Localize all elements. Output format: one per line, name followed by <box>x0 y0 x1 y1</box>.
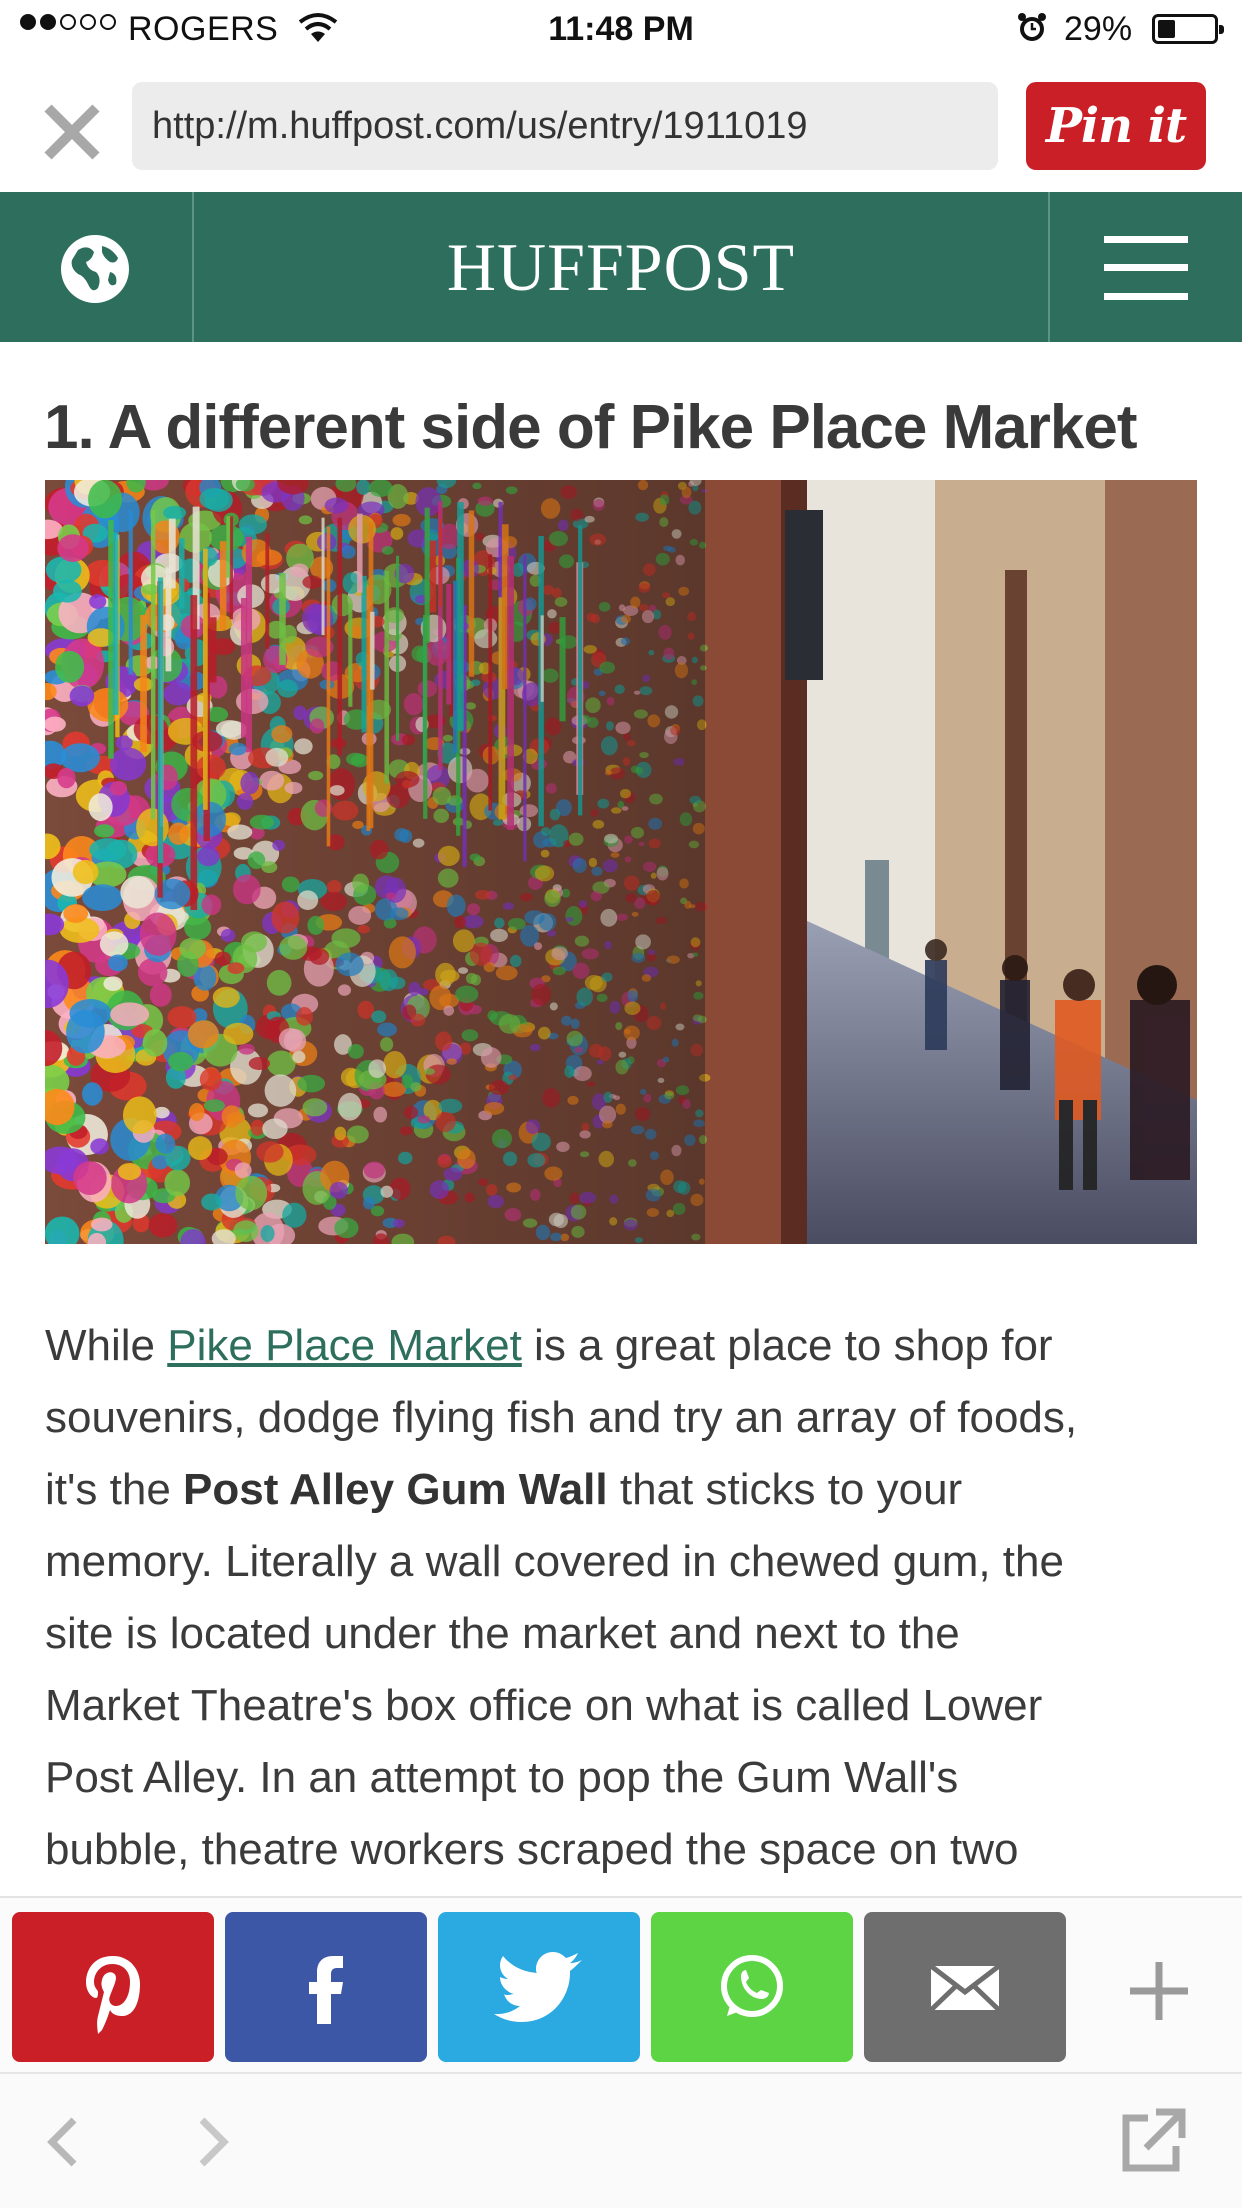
close-icon[interactable] <box>40 100 104 164</box>
pin-it-button[interactable]: Pin it <box>1026 82 1206 170</box>
body-text: bubble, theatre workers scraped the spac… <box>45 1825 1019 1874</box>
site-header: HUFFPOST <box>0 192 1242 342</box>
body-text: memory. Literally a wall covered in chew… <box>45 1537 1064 1586</box>
twitter-icon <box>494 1952 582 2022</box>
huffpost-logo[interactable]: HUFFPOST <box>194 228 1048 307</box>
body-text: is a great place to shop for <box>521 1321 1053 1370</box>
plus-icon[interactable] <box>1126 1958 1192 2024</box>
browser-toolbar <box>0 2072 1242 2208</box>
alarm-icon <box>1018 13 1046 41</box>
battery-icon <box>1152 14 1224 44</box>
bold-text: Post Alley Gum Wall <box>183 1465 608 1514</box>
forward-arrow-icon[interactable] <box>188 2112 236 2172</box>
body-text: Post Alley. In an attempt to pop the Gum… <box>45 1753 959 1802</box>
back-arrow-icon[interactable] <box>40 2112 88 2172</box>
header-divider <box>1048 192 1050 342</box>
body-text: While <box>45 1321 168 1370</box>
open-external-icon[interactable] <box>1118 2106 1188 2176</box>
whatsapp-icon <box>721 1955 783 2017</box>
battery-percentage: 29% <box>1064 10 1133 48</box>
url-field[interactable]: http://m.huffpost.com/us/entry/1911019 <box>132 82 998 170</box>
status-bar: ROGERS 11:48 PM 29% <box>0 0 1242 60</box>
twitter-share-button[interactable] <box>438 1912 640 2062</box>
clock: 11:48 PM <box>548 10 694 48</box>
body-text: souvenirs, dodge flying fish and try an … <box>45 1393 1078 1442</box>
body-text: that sticks to your <box>607 1465 963 1514</box>
facebook-share-button[interactable] <box>225 1912 427 2062</box>
gum-wall-photo <box>45 480 1197 1244</box>
hamburger-menu-icon[interactable] <box>1104 236 1188 300</box>
pinterest-icon <box>86 1956 140 2034</box>
body-text: Market Theatre's box office on what is c… <box>45 1681 1043 1730</box>
article-headline: 1. A different side of Pike Place Market <box>44 393 1137 462</box>
globe-icon[interactable] <box>58 232 132 306</box>
whatsapp-share-button[interactable] <box>651 1912 853 2062</box>
article-body: While Pike Place Market is a great place… <box>45 1310 1215 1886</box>
body-text: it's the <box>45 1465 184 1514</box>
share-bar <box>0 1896 1242 2072</box>
pinterest-share-button[interactable] <box>12 1912 214 2062</box>
body-text: site is located under the market and nex… <box>45 1609 960 1658</box>
email-share-button[interactable] <box>864 1912 1066 2062</box>
envelope-icon <box>929 1964 1001 2012</box>
address-bar: http://m.huffpost.com/us/entry/1911019 P… <box>0 60 1242 192</box>
pike-place-market-link[interactable]: Pike Place Market <box>167 1321 522 1370</box>
facebook-icon <box>309 1956 343 2024</box>
